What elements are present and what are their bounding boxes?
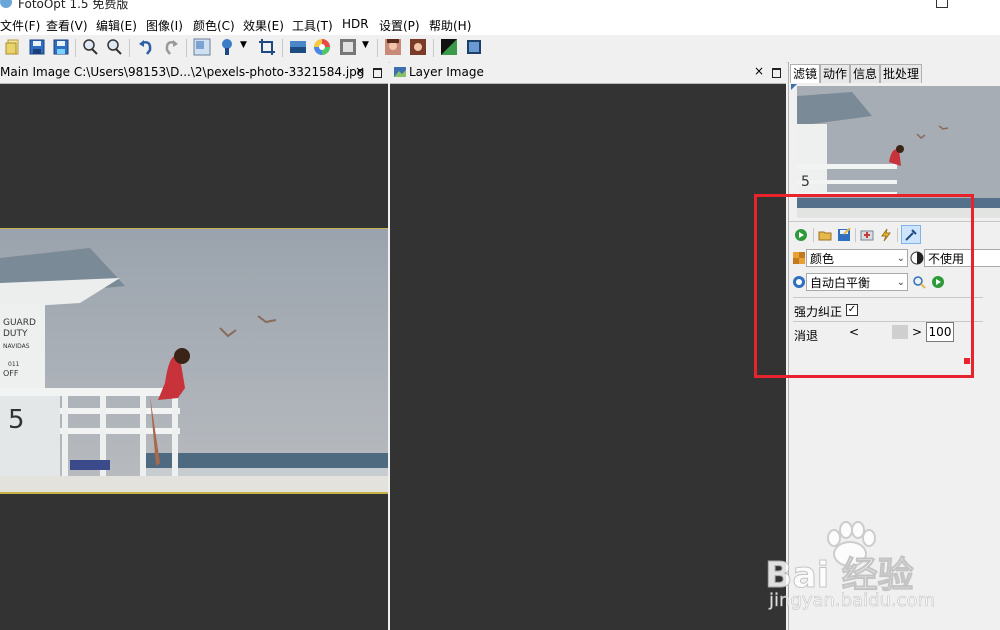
toolbar-separator xyxy=(75,39,76,57)
tab-batch[interactable]: 批处理 xyxy=(880,64,923,83)
zoom-out-icon[interactable] xyxy=(105,38,123,56)
frame-icon[interactable] xyxy=(339,38,357,56)
menu-image[interactable]: 图像(I) xyxy=(146,17,183,34)
highlight-marker xyxy=(964,358,970,364)
maximize-pane-icon[interactable] xyxy=(373,68,382,78)
maximize-icon[interactable] xyxy=(936,0,948,8)
svg-text:OFF: OFF xyxy=(3,369,19,378)
menu-edit[interactable]: 编辑(E) xyxy=(96,17,137,34)
save-icon[interactable] xyxy=(28,38,46,56)
menu-view[interactable]: 查看(V) xyxy=(46,17,88,34)
main-image-canvas[interactable]: GUARD DUTY NAVIDAS 011 OFF 5 xyxy=(0,84,388,630)
menu-help[interactable]: 帮助(H) xyxy=(429,17,471,34)
redo-icon[interactable] xyxy=(162,38,180,56)
undo-icon[interactable] xyxy=(137,38,155,56)
window-title: FotoOpt 1.5 免费版 xyxy=(18,0,129,11)
open-icon[interactable] xyxy=(4,38,22,56)
menu-effects[interactable]: 效果(E) xyxy=(243,17,284,34)
tab-filter[interactable]: 滤镜 xyxy=(790,64,821,83)
svg-text:DUTY: DUTY xyxy=(3,329,28,339)
color-wheel-icon[interactable] xyxy=(313,38,331,56)
maximize-pane-icon[interactable] xyxy=(772,68,781,78)
image-tab-icon xyxy=(394,67,406,77)
tab-actions[interactable]: 动作 xyxy=(820,64,851,83)
svg-text:5: 5 xyxy=(801,174,810,190)
title-bar: FotoOpt 1.5 免费版 xyxy=(0,0,1000,14)
toolbar-separator xyxy=(377,39,378,57)
levels-icon[interactable] xyxy=(440,38,458,56)
toolbar-separator xyxy=(186,39,187,57)
brush-icon[interactable] xyxy=(218,38,236,56)
main-image-tabbar: Main Image C:\Users\98153\D...\2\pexels-… xyxy=(0,62,388,84)
main-image-tab-title[interactable]: Main Image C:\Users\98153\D...\2\pexels-… xyxy=(0,65,364,79)
menu-file[interactable]: 文件(F) xyxy=(0,17,40,34)
resize-icon[interactable] xyxy=(193,38,211,56)
svg-text:011: 011 xyxy=(8,361,20,368)
baidu-watermark: Bai 经验 jingyan.baidu.com xyxy=(765,520,985,620)
menu-settings[interactable]: 设置(P) xyxy=(379,17,420,34)
menu-color[interactable]: 颜色(C) xyxy=(193,17,235,34)
layer-image-tab-title[interactable]: Layer Image xyxy=(409,65,484,79)
dropdown-arrow-icon[interactable]: ▼ xyxy=(362,40,369,50)
crop-icon[interactable] xyxy=(258,38,276,56)
gradient-icon[interactable] xyxy=(289,38,307,56)
dropdown-arrow-icon[interactable]: ▼ xyxy=(240,40,247,50)
image-icon[interactable] xyxy=(465,38,483,56)
svg-text:GUARD: GUARD xyxy=(3,318,36,328)
save-as-icon[interactable] xyxy=(52,38,70,56)
beach-photo: GUARD DUTY NAVIDAS 011 OFF 5 xyxy=(0,228,388,494)
menu-tools[interactable]: 工具(T) xyxy=(292,17,333,34)
app-icon xyxy=(0,0,12,8)
portrait-icon[interactable] xyxy=(384,38,402,56)
toolbar-separator xyxy=(282,39,283,57)
svg-text:NAVIDAS: NAVIDAS xyxy=(3,343,30,350)
watermark-url: jingyan.baidu.com xyxy=(769,590,936,612)
menu-bar: 文件(F) 查看(V) 编辑(E) 图像(I) 颜色(C) 效果(E) 工具(T… xyxy=(0,14,1000,35)
tab-info[interactable]: 信息 xyxy=(850,64,881,83)
highlight-box xyxy=(754,194,974,378)
corner-marker-icon xyxy=(791,84,797,90)
zoom-in-icon[interactable] xyxy=(81,38,99,56)
toolbar-separator xyxy=(433,39,434,57)
close-icon[interactable]: × xyxy=(754,64,764,78)
layer-image-tabbar: Layer Image × xyxy=(390,62,786,84)
portrait-icon-2[interactable] xyxy=(409,38,427,56)
menu-hdr[interactable]: HDR xyxy=(342,17,369,31)
svg-text:5: 5 xyxy=(8,405,25,435)
layer-image-canvas[interactable] xyxy=(390,84,786,630)
toolbar: ▼ ▼ xyxy=(0,35,1000,63)
close-icon[interactable]: × xyxy=(355,64,365,78)
toolbar-separator xyxy=(129,39,130,57)
